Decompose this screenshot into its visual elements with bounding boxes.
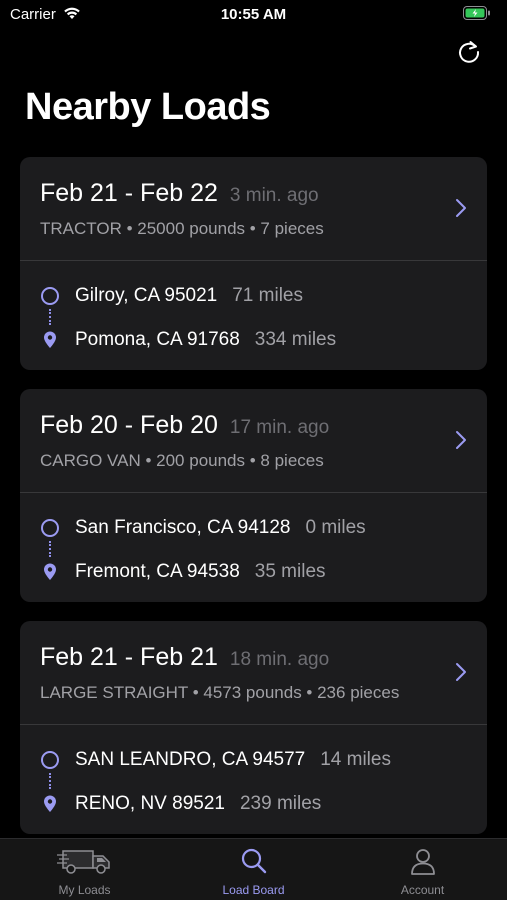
status-bar: Carrier 10:55 AM [0,0,507,30]
load-details: TRACTOR • 25000 pounds • 7 pieces [40,219,324,238]
destination-location: Fremont, CA 94538 [75,561,240,582]
page-title: Nearby Loads [25,86,271,128]
route: Gilroy, CA 95021 71 miles Pomona, CA 917… [20,261,487,369]
route-connector [49,541,51,557]
chevron-right-icon [456,663,466,681]
chevron-right-icon [456,431,466,449]
status-time: 10:55 AM [220,6,287,23]
date-range: Feb 21 - Feb 22 3 min. ago [40,179,319,207]
route: SAN LEANDRO, CA 94577 14 miles RENO, NV … [20,725,487,833]
destination-location: RENO, NV 89521 [75,793,225,814]
refresh-button[interactable] [453,36,485,68]
tab-label: My Loads [58,883,111,897]
origin-location: SAN LEANDRO, CA 94577 [75,749,306,770]
load-card[interactable]: Feb 21 - Feb 22 3 min. ago TRACTOR • 2500… [20,157,487,370]
chevron-right-icon [456,199,466,217]
load-card[interactable]: Feb 21 - Feb 21 18 min. ago LARGE STRAIGH… [20,621,487,834]
load-details: CARGO VAN • 200 pounds • 8 pieces [40,451,324,470]
tab-account[interactable]: Account [338,839,507,900]
destination-distance: 35 miles [254,561,326,582]
person-icon [338,847,507,875]
origin-location: Gilroy, CA 95021 [75,285,218,306]
load-details: LARGE STRAIGHT • 4573 pounds • 236 piece… [40,683,400,702]
origin-distance: 71 miles [232,285,303,306]
origin-stop: San Francisco, CA 94128 0 miles [40,517,366,539]
truck-icon [0,847,169,875]
load-card[interactable]: Feb 20 - Feb 20 17 min. ago CARGO VAN • 2… [20,389,487,602]
battery-icon [463,6,491,25]
origin-distance: 0 miles [305,517,366,538]
destination-distance: 239 miles [239,793,322,814]
tab-load-board[interactable]: Load Board [169,839,338,900]
posted-time: 18 min. ago [229,649,330,670]
route-connector [49,773,51,789]
load-summary[interactable]: Feb 21 - Feb 21 18 min. ago LARGE STRAIGH… [20,621,487,725]
load-summary[interactable]: Feb 20 - Feb 20 17 min. ago CARGO VAN • 2… [20,389,487,493]
destination-location: Pomona, CA 91768 [75,329,240,350]
search-icon [169,847,338,875]
tab-my-loads[interactable]: My Loads [0,839,169,900]
origin-location: San Francisco, CA 94128 [75,517,291,538]
origin-distance: 14 miles [320,749,391,770]
origin-circle-icon [40,286,60,306]
route-connector [49,309,51,325]
origin-stop: SAN LEANDRO, CA 94577 14 miles [40,749,391,771]
date-range: Feb 21 - Feb 21 18 min. ago [40,643,330,671]
date-range: Feb 20 - Feb 20 17 min. ago [40,411,330,439]
tab-label: Account [400,883,445,897]
origin-stop: Gilroy, CA 95021 71 miles [40,285,303,307]
refresh-icon [459,41,480,63]
tab-bar: My Loads Load Board Account [0,838,507,900]
route: San Francisco, CA 94128 0 miles Fremont,… [20,493,487,601]
destination-stop: RENO, NV 89521 239 miles [40,793,321,815]
location-pin-icon [40,562,60,582]
destination-stop: Pomona, CA 91768 334 miles [40,329,336,351]
posted-time: 3 min. ago [229,185,319,206]
origin-circle-icon [40,750,60,770]
destination-distance: 334 miles [254,329,337,350]
posted-time: 17 min. ago [229,417,330,438]
location-pin-icon [40,330,60,350]
destination-stop: Fremont, CA 94538 35 miles [40,561,326,583]
tab-label: Load Board [222,883,285,897]
origin-circle-icon [40,518,60,538]
load-summary[interactable]: Feb 21 - Feb 22 3 min. ago TRACTOR • 2500… [20,157,487,261]
location-pin-icon [40,794,60,814]
